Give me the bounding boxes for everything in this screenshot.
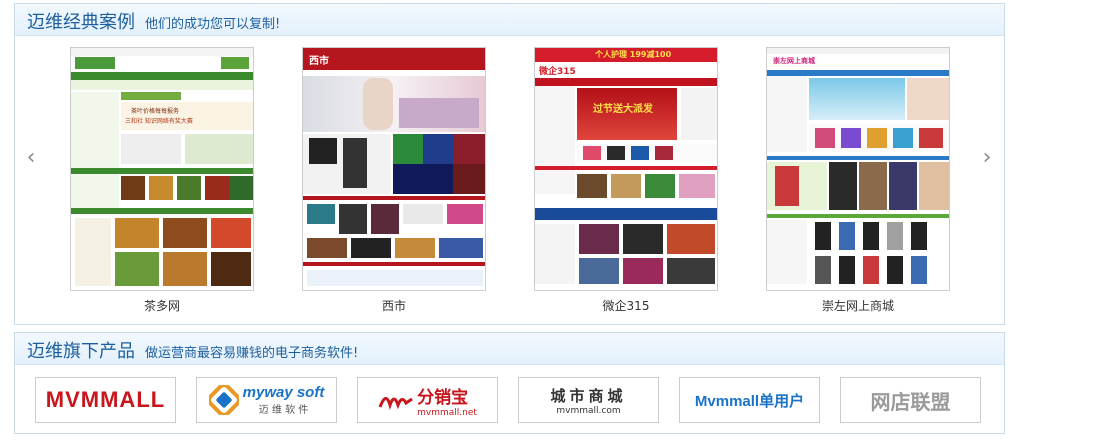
next-arrow-icon[interactable]: › — [977, 146, 997, 170]
logo-myway[interactable]: myway soft 迈 维 软 件 — [196, 377, 337, 423]
thumb-caption: 茶叶价格每每报务 — [131, 108, 180, 115]
logo-wangdian[interactable]: 网店联盟 — [840, 377, 981, 423]
thumb-brand: 崇左网上商城 — [773, 57, 815, 65]
products-subtitle: 做运营商最容易赚钱的电子商务软件! — [145, 346, 359, 361]
products-panel: 迈维旗下产品 做运营商最容易赚钱的电子商务软件! MVMMALL myway s… — [14, 332, 1005, 434]
logo-mvmmall-single-text: Mvmmall单用户 — [694, 392, 805, 410]
case-item-chongzuo[interactable]: 崇左网上商城 崇左网上商城 — [766, 47, 950, 314]
cases-header: 迈维经典案例 他们的成功您可以复制! — [15, 4, 1004, 36]
wave-icon — [378, 397, 413, 411]
logo-fenxiaobao-sub: mvmmall.net — [417, 407, 477, 418]
thumb-caption: 三和社 知识网络有奖大赛 — [125, 118, 193, 125]
case-item-weiqi315[interactable]: 个人护理 199减100 微企315 过节送大派发 微企315 — [534, 47, 718, 314]
case-item-xishi[interactable]: 西市 西市 — [302, 47, 486, 314]
case-thumbnail[interactable]: 崇左网上商城 — [766, 47, 950, 291]
case-thumbnail[interactable]: 茶叶价格每每报务 三和社 知识网络有奖大赛 — [70, 47, 254, 291]
myway-icon — [208, 385, 239, 415]
logo-chengshi[interactable]: 城市商城 mvmmall.com — [518, 377, 659, 423]
thumb-brand: 微企315 — [539, 67, 576, 77]
case-thumbnail[interactable]: 西市 — [302, 47, 486, 291]
logo-fenxiaobao-text: 分销宝 — [417, 387, 469, 407]
case-label[interactable]: 崇左网上商城 — [766, 297, 950, 314]
logo-fenxiaobao[interactable]: 分销宝 mvmmall.net — [357, 377, 498, 423]
logo-myway-sub: 迈 维 软 件 — [258, 405, 309, 416]
case-label[interactable]: 茶多网 — [70, 297, 254, 314]
case-label[interactable]: 微企315 — [534, 297, 718, 314]
products-title: 迈维旗下产品 — [27, 341, 135, 362]
thumb-top: 个人护理 199减100 — [595, 50, 672, 59]
logo-wangdian-text: 网店联盟 — [870, 391, 951, 414]
cases-title: 迈维经典案例 — [27, 12, 135, 33]
logo-chengshi-text: 城市商城 — [550, 386, 627, 405]
prev-arrow-icon[interactable]: ‹ — [21, 146, 41, 170]
logo-chengshi-sub: mvmmall.com — [556, 405, 621, 416]
products-header: 迈维旗下产品 做运营商最容易赚钱的电子商务软件! — [15, 333, 1004, 365]
cases-subtitle: 他们的成功您可以复制! — [145, 17, 281, 32]
case-label[interactable]: 西市 — [302, 297, 486, 314]
cases-panel: 迈维经典案例 他们的成功您可以复制! ‹ › 茶叶价格每每报务 三和社 知识网络… — [14, 3, 1005, 325]
product-logos: MVMMALL myway soft 迈 维 软 件 分销宝 mvmmall.n… — [35, 377, 981, 423]
logo-myway-text: myway soft — [242, 384, 325, 401]
case-item-chaduo[interactable]: 茶叶价格每每报务 三和社 知识网络有奖大赛 茶多网 — [70, 47, 254, 314]
logo-mvmmall[interactable]: MVMMALL — [35, 377, 176, 423]
case-thumbnail[interactable]: 个人护理 199减100 微企315 过节送大派发 — [534, 47, 718, 291]
logo-mvmmall-text: MVMMALL — [45, 387, 166, 412]
thumb-brand: 西市 — [309, 56, 329, 67]
thumb-banner: 过节送大派发 — [593, 104, 653, 115]
logo-mvmmall-single[interactable]: Mvmmall单用户 — [679, 377, 820, 423]
